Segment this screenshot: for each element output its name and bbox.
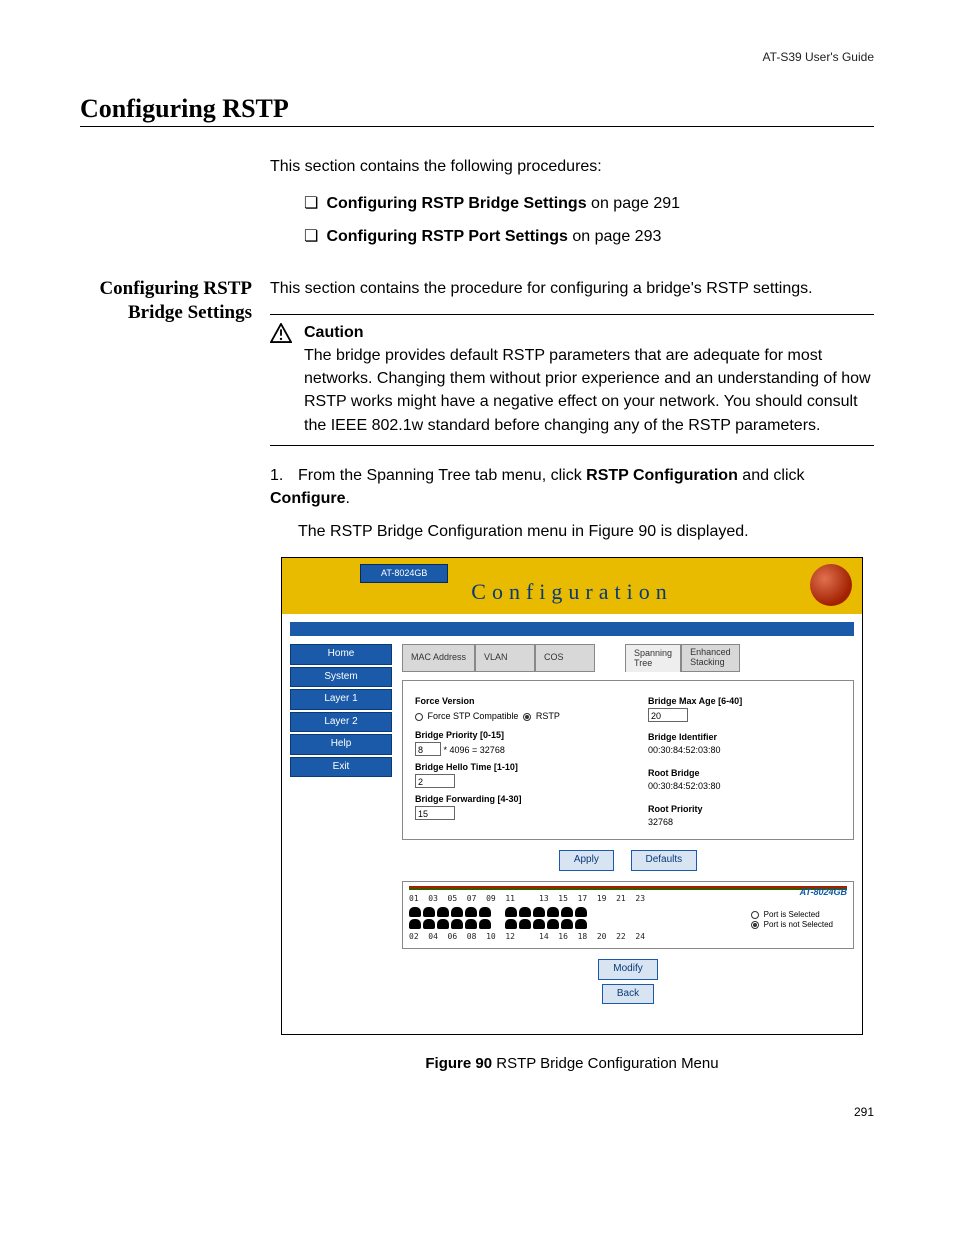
tab-spanning-tree[interactable]: Spanning Tree bbox=[625, 644, 681, 672]
forwarding-input[interactable]: 15 bbox=[415, 806, 455, 820]
port-numbers-bottom: 02 04 06 08 10 12 14 16 18 20 22 24 bbox=[409, 931, 847, 943]
tab-vlan[interactable]: VLAN bbox=[475, 644, 535, 672]
bridge-id-value: 00:30:84:52:03:80 bbox=[648, 744, 841, 757]
tab-cos[interactable]: COS bbox=[535, 644, 595, 672]
force-version-label: Force Version bbox=[415, 695, 608, 708]
legend-radio-not-selected bbox=[751, 921, 759, 929]
root-priority-value: 32768 bbox=[648, 816, 841, 829]
step-1: 1.From the Spanning Tree tab menu, click… bbox=[270, 464, 874, 510]
figure-caption: Figure 90 RSTP Bridge Configuration Menu bbox=[270, 1053, 874, 1075]
nav-exit[interactable]: Exit bbox=[290, 757, 392, 778]
model-tab: AT-8024GB bbox=[360, 564, 448, 583]
bridge-priority-input[interactable]: 8 bbox=[415, 742, 441, 756]
root-priority-label: Root Priority bbox=[648, 803, 841, 816]
bridge-priority-calc: * 4096 = 32768 bbox=[444, 745, 505, 755]
modify-button[interactable]: Modify bbox=[598, 959, 657, 980]
hello-time-input[interactable]: 2 bbox=[415, 774, 455, 788]
root-bridge-label: Root Bridge bbox=[648, 767, 841, 780]
intro-text: This section contains the following proc… bbox=[270, 155, 874, 178]
forwarding-label: Bridge Forwarding [4-30] bbox=[415, 793, 608, 806]
bridge-id-label: Bridge Identifier bbox=[648, 731, 841, 744]
nav-home[interactable]: Home bbox=[290, 644, 392, 665]
caution-box: Caution The bridge provides default RSTP… bbox=[270, 314, 874, 446]
config-panel: Force Version Force STP Compatible RSTP … bbox=[402, 680, 854, 840]
tab-enhanced-stacking[interactable]: Enhanced Stacking bbox=[681, 644, 740, 672]
port-panel: AT-8024GB 01 03 05 07 09 11 13 15 17 19 … bbox=[402, 881, 854, 949]
back-button[interactable]: Back bbox=[602, 984, 654, 1005]
checkbox-icon: ❏ bbox=[304, 192, 322, 215]
defaults-button[interactable]: Defaults bbox=[631, 850, 698, 871]
tab-mac[interactable]: MAC Address bbox=[402, 644, 475, 672]
root-bridge-value: 00:30:84:52:03:80 bbox=[648, 780, 841, 793]
page-number: 291 bbox=[80, 1105, 874, 1119]
bullet-item: ❏ Configuring RSTP Bridge Settings on pa… bbox=[270, 192, 874, 215]
radio-rstp[interactable] bbox=[523, 713, 531, 721]
caution-title: Caution bbox=[304, 321, 874, 344]
max-age-input[interactable]: 20 bbox=[648, 708, 688, 722]
page-header-guide: AT-S39 User's Guide bbox=[80, 50, 874, 64]
nav-help[interactable]: Help bbox=[290, 734, 392, 755]
hello-time-label: Bridge Hello Time [1-10] bbox=[415, 761, 608, 774]
bridge-priority-label: Bridge Priority [0-15] bbox=[415, 729, 608, 742]
section-title: Configuring RSTP bbox=[80, 94, 874, 127]
radio-force-stp[interactable] bbox=[415, 713, 423, 721]
bullet-item: ❏ Configuring RSTP Port Settings on page… bbox=[270, 225, 874, 248]
nav-sidebar: Home System Layer 1 Layer 2 Help Exit bbox=[290, 644, 392, 1014]
globe-icon bbox=[810, 564, 852, 606]
subsection-intro: This section contains the procedure for … bbox=[270, 277, 874, 300]
nav-layer2[interactable]: Layer 2 bbox=[290, 712, 392, 733]
nav-system[interactable]: System bbox=[290, 667, 392, 688]
warning-icon bbox=[270, 321, 304, 437]
port-panel-model: AT-8024GB bbox=[800, 886, 847, 899]
apply-button[interactable]: Apply bbox=[559, 850, 614, 871]
figure-screenshot: AT-8024GB Configuration Home System Laye… bbox=[281, 557, 863, 1035]
port-numbers-top: 01 03 05 07 09 11 13 15 17 19 21 23 bbox=[409, 893, 847, 905]
checkbox-icon: ❏ bbox=[304, 225, 322, 248]
max-age-label: Bridge Max Age [6-40] bbox=[648, 695, 841, 708]
tab-row: MAC Address VLAN COS Spanning Tree Enhan… bbox=[402, 644, 854, 672]
nav-layer1[interactable]: Layer 1 bbox=[290, 689, 392, 710]
side-heading: Configuring RSTP Bridge Settings bbox=[80, 277, 270, 1105]
caution-body: The bridge provides default RSTP paramet… bbox=[304, 344, 874, 437]
step-1-result: The RSTP Bridge Configuration menu in Fi… bbox=[270, 520, 874, 543]
legend-radio-selected bbox=[751, 911, 759, 919]
